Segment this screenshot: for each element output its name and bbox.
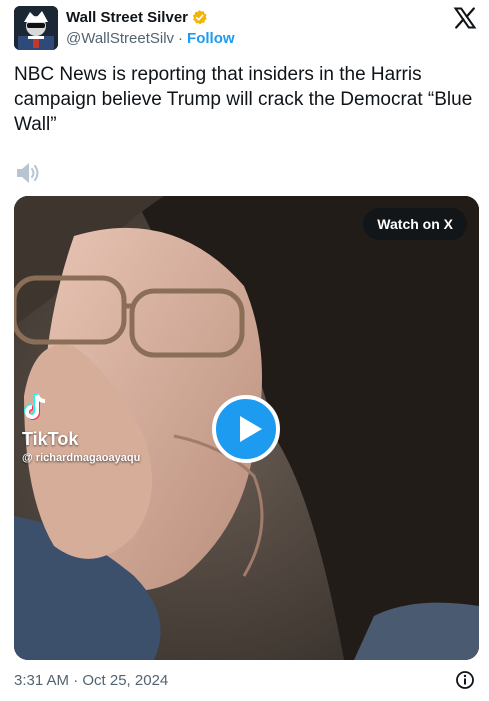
author-names: Wall Street Silver @WallStreetSilv · Follo… xyxy=(66,6,235,50)
tweet-header: Wall Street Silver @WallStreetSilv · Follo… xyxy=(14,4,479,52)
tiktok-name: TikTok xyxy=(22,429,79,449)
watch-on-x-button[interactable]: Watch on X xyxy=(363,208,467,240)
follow-button[interactable]: Follow xyxy=(187,30,235,47)
verified-icon xyxy=(191,9,208,26)
separator: · xyxy=(178,30,184,47)
tiktok-username: @ richardmagaoayaqu xyxy=(22,452,141,464)
tweet-text: NBC News is reporting that insiders in t… xyxy=(14,64,473,135)
timestamp[interactable]: 3:31 AM · Oct 25, 2024 xyxy=(14,672,168,689)
tweet-footer: 3:31 AM · Oct 25, 2024 xyxy=(14,670,479,692)
avatar[interactable] xyxy=(14,6,58,50)
author-handle[interactable]: @WallStreetSilv xyxy=(66,30,174,47)
speaker-icon[interactable] xyxy=(14,158,44,188)
tiktok-watermark: TikTok @ richardmagaoayaqu xyxy=(22,392,140,464)
video-player[interactable]: Watch on X TikTok @ richardmagaoayaqu xyxy=(14,196,479,660)
play-icon xyxy=(240,416,262,442)
info-icon[interactable] xyxy=(455,670,475,690)
play-button[interactable] xyxy=(212,395,280,463)
tiktok-icon xyxy=(22,394,50,426)
x-logo-icon[interactable] xyxy=(453,6,477,30)
author-display-name[interactable]: Wall Street Silver xyxy=(66,9,188,26)
